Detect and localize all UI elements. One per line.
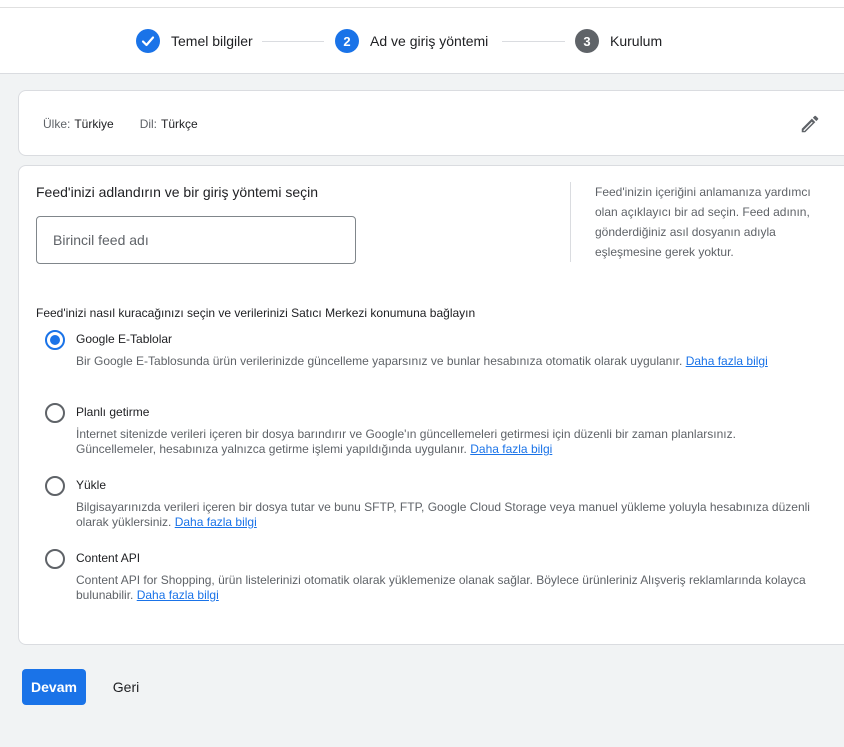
locale-summary: Ülke: Türkiye Dil: Türkçe xyxy=(43,117,198,131)
help-divider xyxy=(570,182,571,262)
option-description: Bir Google E-Tablosunda ürün verileriniz… xyxy=(76,354,768,368)
country-label: Ülke: xyxy=(43,117,71,131)
method-title: Feed'inizi nasıl kuracağınızı seçin ve v… xyxy=(36,306,476,320)
language-value: Türkçe xyxy=(161,117,198,131)
step-connector xyxy=(502,41,565,42)
locale-card: Ülke: Türkiye Dil: Türkçe xyxy=(18,90,844,156)
stepper-bar: Temel bilgiler 2 Ad ve giriş yöntemi 3 K… xyxy=(0,0,844,74)
radio-content-api[interactable] xyxy=(45,549,65,569)
pencil-icon[interactable] xyxy=(799,113,821,135)
learn-more-link[interactable]: Daha fazla bilgi xyxy=(470,442,552,456)
language-label: Dil: xyxy=(139,117,158,131)
feed-name-title: Feed'inizi adlandırın ve bir giriş yönte… xyxy=(36,184,319,200)
option-description: Content API for Shopping, ürün listeleri… xyxy=(76,573,806,602)
step-number: 3 xyxy=(575,29,599,53)
option-label: Planlı getirme xyxy=(76,405,150,419)
radio-upload[interactable] xyxy=(45,476,65,496)
radio-google-sheets[interactable] xyxy=(45,330,65,350)
step-label: Temel bilgiler xyxy=(171,33,253,49)
feed-setup-card: Feed'inizi adlandırın ve bir giriş yönte… xyxy=(18,165,844,645)
step-label: Ad ve giriş yöntemi xyxy=(370,33,489,49)
feed-name-input[interactable] xyxy=(36,216,356,264)
step-number: 2 xyxy=(335,29,359,53)
learn-more-link[interactable]: Daha fazla bilgi xyxy=(137,588,219,602)
continue-button[interactable]: Devam xyxy=(22,669,86,705)
option-label: Google E-Tablolar xyxy=(76,332,173,346)
back-button[interactable]: Geri xyxy=(100,669,152,705)
top-divider xyxy=(0,0,844,8)
option-description: Bilgisayarınızda verileri içeren bir dos… xyxy=(76,500,810,529)
country-value: Türkiye xyxy=(74,117,114,131)
learn-more-link[interactable]: Daha fazla bilgi xyxy=(175,515,257,529)
option-label: Yükle xyxy=(76,478,107,492)
step-label: Kurulum xyxy=(610,33,663,49)
check-icon xyxy=(136,29,160,53)
option-description: İnternet sitenizde verileri içeren bir d… xyxy=(76,427,736,456)
option-label: Content API xyxy=(76,551,141,565)
feed-name-help: Feed'inizin içeriğini anlamanıza yardımc… xyxy=(595,185,811,259)
step-basic-info[interactable]: Temel bilgiler xyxy=(136,29,253,53)
step-name-method[interactable]: 2 Ad ve giriş yöntemi xyxy=(335,29,488,53)
radio-scheduled-fetch[interactable] xyxy=(45,403,65,423)
learn-more-link[interactable]: Daha fazla bilgi xyxy=(686,354,768,368)
step-setup[interactable]: 3 Kurulum xyxy=(575,29,662,53)
step-connector xyxy=(262,41,324,42)
